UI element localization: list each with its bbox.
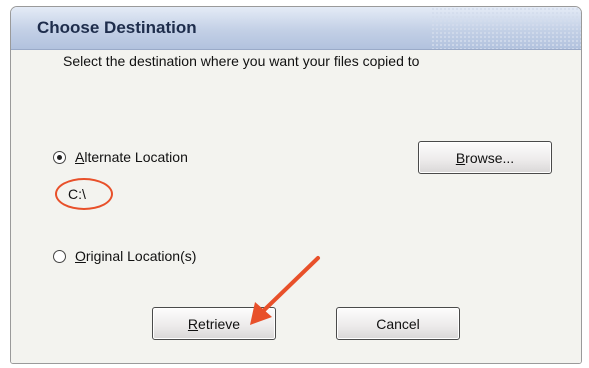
annotation-arrow-icon xyxy=(250,256,320,325)
